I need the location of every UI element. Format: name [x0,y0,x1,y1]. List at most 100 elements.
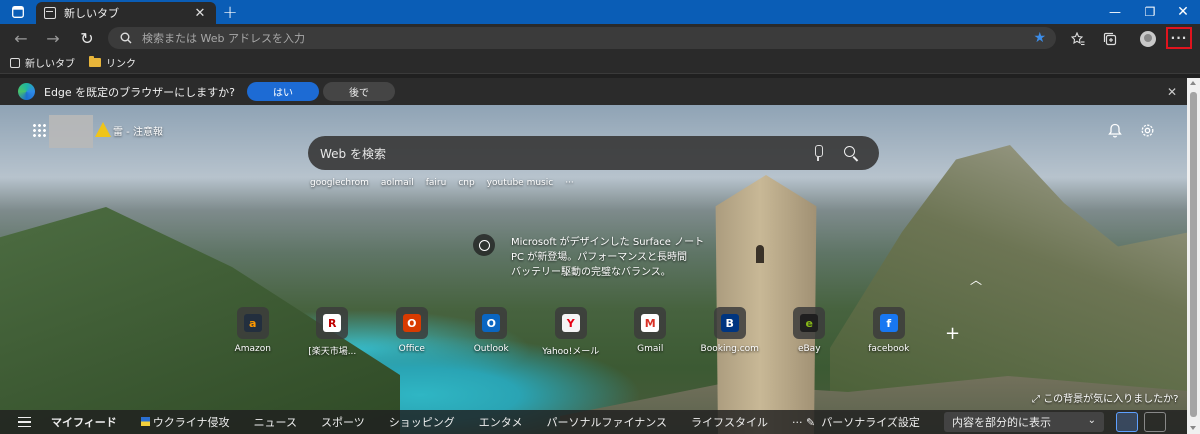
favorites-icon[interactable] [1066,28,1090,50]
collections-icon[interactable] [1098,28,1122,50]
quick-link-facebook[interactable]: f facebook [849,307,929,357]
suggestion-item[interactable]: cnp [458,178,474,188]
trending-searches: googlechrom aolmail fairu cnp youtube mu… [310,178,586,188]
feed-tab-shopping[interactable]: ショッピング [389,414,455,430]
suggestion-item[interactable]: aolmail [381,178,414,188]
refresh-icon[interactable]: ↻ [74,26,100,50]
suggestions-more-icon[interactable]: ··· [565,178,574,188]
quick-link-ebay[interactable]: e eBay [770,307,850,357]
feed-tab-entertainment[interactable]: エンタメ [479,414,523,430]
add-site-plus-icon[interactable]: + [945,323,960,344]
content-visibility-select[interactable]: 内容を部分的に表示 ⌄ [944,412,1104,432]
background-tower-window [756,245,764,263]
tab-close-icon[interactable]: ✕ [192,6,208,21]
favorite-item-new-tab[interactable]: 新しいタブ [10,55,75,70]
scrollbar-thumb[interactable] [1190,92,1197,417]
quick-link-outlook[interactable]: O Outlook [452,307,532,357]
grid-view-icon[interactable] [1116,412,1138,432]
close-window-button[interactable]: ✕ [1166,0,1200,24]
later-button[interactable]: 後で [323,82,396,101]
quick-link-label: [楽天市場... [308,347,357,357]
lightning-warning-icon [95,122,111,137]
favorite-folder-links[interactable]: リンク [89,55,136,70]
infobar-close-icon[interactable]: ✕ [1167,85,1177,99]
profile-avatar[interactable] [1136,28,1160,50]
infobar-message: Edge を既定のブラウザーにしますか? [44,85,236,99]
notification-bell-icon[interactable] [1106,121,1124,139]
feed-tab-ukraine[interactable]: ウクライナ侵攻 [140,414,230,430]
search-icon[interactable] [844,145,859,161]
quick-link-label: eBay [797,344,821,354]
quick-link-tile[interactable]: O [395,307,428,339]
quick-link-label: facebook [868,344,910,354]
quick-link-office[interactable]: O Office [372,307,452,357]
favorite-star-icon[interactable]: ★ [1033,30,1046,46]
tab-actions-icon[interactable] [4,0,32,24]
quick-link-[interactable]: R [楽天市場... [293,307,373,357]
suggestion-item[interactable]: fairu [426,178,447,188]
globe-icon[interactable] [473,234,495,256]
web-search-box[interactable]: Web を検索 [308,136,879,170]
quick-link-yahoo[interactable]: Y Yahoo!メール [531,307,611,357]
page-scrollbar[interactable] [1187,78,1200,434]
quick-link-tile[interactable]: R [316,307,349,339]
quick-link-label: Office [398,344,425,354]
info-line: Microsoft がデザインした Surface ノート [511,237,705,248]
feed-tab-finance[interactable]: パーソナルファイナンス [546,414,667,430]
yes-button[interactable]: はい [247,82,320,101]
feed-tab-sports[interactable]: スポーツ [321,414,365,430]
feed-tab-lifestyle[interactable]: ライフスタイル [691,414,768,430]
feed-tab-news[interactable]: ニュース [254,414,297,430]
quick-link-tile[interactable]: O [475,307,508,339]
quick-links: a Amazon R [楽天市場... O Office O Outlook Y Yahoo!メー… [213,307,929,357]
chevron-up-icon[interactable]: ︿ [970,271,982,288]
forward-icon[interactable]: → [40,26,66,50]
personalize-button[interactable]: ✎ パーソナライズ設定 [806,414,920,430]
hamburger-menu-icon[interactable] [18,417,31,427]
restore-button[interactable]: ❐ [1133,0,1167,24]
quick-link-amazon[interactable]: a Amazon [213,307,293,357]
tab-title: 新しいタブ [64,7,119,20]
settings-and-more-button[interactable]: ··· [1166,27,1192,49]
address-bar[interactable]: 検索または Web アドレスを入力 ★ [108,27,1056,49]
feed-tabs-more-icon[interactable]: ··· [792,416,803,429]
info-line: PC が新登場。パフォーマンスと長時間 [511,252,687,263]
image-info-card[interactable]: Microsoft がデザインした Surface ノート PC が新登場。パフ… [511,235,721,280]
weather-alert[interactable]: 雷 - 注意報 [113,123,163,138]
site-logo-icon: O [402,314,421,332]
favorite-label: リンク [106,59,136,70]
avatar-icon [1140,31,1156,47]
tab-new-tab[interactable]: 新しいタブ ✕ [36,2,216,24]
site-logo-icon: O [482,314,501,332]
background-feedback-link[interactable]: ⤢ この背景が気に入りましたか? [1032,390,1179,405]
location-thumbnail[interactable] [49,115,93,148]
quick-link-label: Yahoo!メール [542,347,600,357]
suggestion-item[interactable]: youtube music [487,178,554,188]
news-feed-bar: マイフィード ウクライナ侵攻 ニュース スポーツ ショッピング エンタメ パーソ… [0,410,1187,434]
quick-link-tile[interactable]: M [634,307,667,339]
scroll-down-arrow-icon[interactable] [1190,426,1196,430]
minimize-button[interactable]: — [1098,0,1132,24]
quick-link-tile[interactable]: a [236,307,269,339]
app-launcher-icon[interactable] [32,123,46,137]
tab-page-icon [44,7,56,19]
quick-link-gmail[interactable]: M Gmail [611,307,691,357]
site-logo-icon: e [800,314,819,332]
microphone-icon[interactable] [812,145,824,161]
back-icon[interactable]: ← [8,26,34,50]
quick-link-tile[interactable]: e [793,307,826,339]
list-view-icon[interactable] [1144,412,1166,432]
new-tab-button[interactable]: + [218,0,242,24]
site-logo-icon: M [641,314,660,332]
suggestion-item[interactable]: googlechrom [310,178,369,188]
quick-link-tile[interactable]: f [872,307,905,339]
page-settings-gear-icon[interactable] [1138,121,1156,139]
edit-pencil-icon: ✎ [806,415,816,429]
feed-tab-my-feed[interactable]: マイフィード [51,414,117,430]
quick-link-tile[interactable]: Y [554,307,587,339]
quick-link-booking-com[interactable]: B Booking.com [690,307,770,357]
title-bar: 新しいタブ ✕ + — ❐ ✕ [0,0,1200,24]
folder-icon [89,56,101,67]
scroll-up-arrow-icon[interactable] [1190,81,1196,85]
quick-link-tile[interactable]: B [713,307,746,339]
